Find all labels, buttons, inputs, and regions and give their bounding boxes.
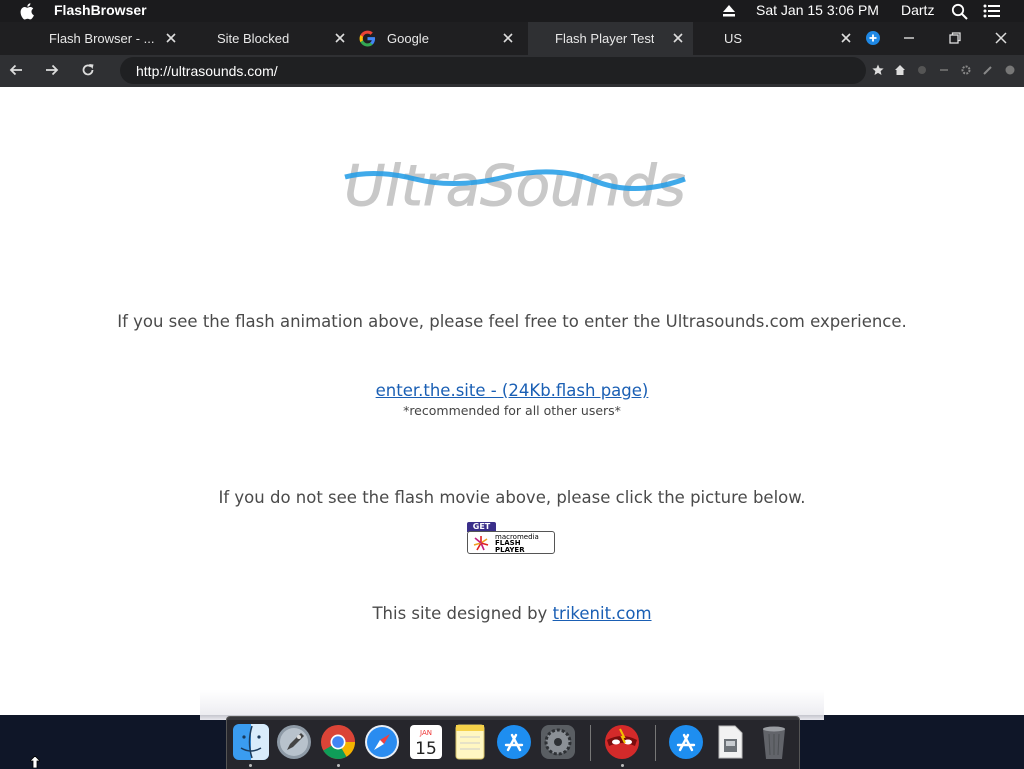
app-store-icon[interactable] — [495, 723, 533, 761]
macromedia-logo-icon — [473, 536, 489, 551]
finder-icon[interactable] — [232, 723, 270, 761]
get-flash-player-button[interactable]: GET macromedia FLASH PLAYER — [467, 522, 557, 555]
finder-disk-icon[interactable] — [711, 723, 749, 761]
menu-bar: FlashBrowser Sat Jan 15 3:06 PM Dartz — [0, 0, 1024, 22]
svg-text:JAN: JAN — [419, 729, 432, 737]
app-store-icon[interactable] — [667, 723, 705, 761]
tab-site-blocked[interactable]: Site Blocked — [200, 22, 360, 55]
bookmark-star-icon[interactable] — [872, 64, 884, 76]
google-favicon-icon — [359, 30, 376, 47]
navigation-bar: http://ultrasounds.com/ — [0, 55, 1024, 87]
launchpad-icon[interactable] — [275, 723, 313, 761]
recommended-note: *recommended for all other users* — [403, 403, 621, 418]
tab-label: Flash Player Test — [555, 31, 655, 46]
settings-gear-icon[interactable] — [960, 64, 972, 76]
no-flash-text: If you do not see the flash movie above,… — [218, 488, 806, 507]
home-icon[interactable] — [894, 64, 906, 76]
dock-separator — [590, 725, 591, 761]
safari-icon[interactable] — [363, 723, 401, 761]
edit-icon[interactable] — [982, 64, 994, 76]
tab-label: US — [724, 31, 743, 46]
extension-icon[interactable] — [916, 64, 928, 76]
chrome-icon[interactable] — [319, 723, 357, 761]
notification-center-icon[interactable] — [983, 4, 1001, 18]
forward-arrow-icon[interactable] — [44, 62, 60, 78]
notes-icon[interactable] — [451, 723, 489, 761]
close-tab-icon[interactable] — [333, 31, 347, 45]
enter-site-link[interactable]: enter.the.site - (24Kb.flash page) — [376, 381, 649, 400]
close-tab-icon[interactable] — [839, 31, 853, 45]
restore-window-icon[interactable] — [948, 31, 962, 45]
credit-prefix: This site designed by — [372, 604, 548, 623]
address-bar[interactable]: http://ultrasounds.com/ — [120, 57, 866, 84]
close-tab-icon[interactable] — [501, 31, 515, 45]
system-preferences-icon[interactable] — [539, 723, 577, 761]
tab-google[interactable]: Google — [355, 22, 525, 55]
running-indicator — [249, 764, 252, 767]
app-name-menu[interactable]: FlashBrowser — [54, 2, 147, 18]
ultrasounds-logo: UltraSounds — [344, 154, 686, 220]
tab-us[interactable]: US — [700, 22, 860, 55]
reload-icon[interactable] — [80, 62, 96, 78]
credit-line: This site designed by trikenit.com — [0, 604, 1024, 623]
running-indicator — [621, 764, 624, 767]
flash-label: FLASH PLAYER — [495, 539, 525, 554]
trikenit-link[interactable]: trikenit.com — [553, 604, 652, 623]
svg-text:15: 15 — [415, 739, 437, 759]
extension-icon[interactable] — [1004, 64, 1016, 76]
mouse-cursor-icon — [30, 756, 40, 768]
close-tab-icon[interactable] — [671, 31, 685, 45]
eject-icon[interactable] — [722, 4, 736, 18]
address-bar-url[interactable]: http://ultrasounds.com/ — [136, 63, 278, 79]
back-arrow-icon[interactable] — [8, 62, 24, 78]
running-indicator — [337, 764, 340, 767]
intro-text: If you see the flash animation above, pl… — [117, 312, 907, 331]
dock: JAN 15 — [226, 716, 800, 769]
tab-flash-browser[interactable]: Flash Browser - ... — [30, 22, 190, 55]
apple-menu-icon[interactable] — [20, 2, 36, 20]
dock-separator — [655, 725, 656, 761]
web-page: UltraSounds If you see the flash animati… — [0, 87, 1024, 715]
extension-icon[interactable] — [938, 64, 950, 76]
close-tab-icon[interactable] — [164, 31, 178, 45]
new-tab-icon[interactable] — [866, 31, 880, 45]
tab-label: Site Blocked — [217, 31, 290, 46]
flash-player-badge: macromedia FLASH PLAYER — [467, 531, 555, 554]
tab-strip: Flash Browser - ... Site Blocked Google … — [0, 22, 1024, 55]
calendar-icon[interactable]: JAN 15 — [407, 723, 445, 761]
spotlight-search-icon[interactable] — [951, 3, 968, 20]
menubar-user[interactable]: Dartz — [901, 2, 934, 18]
tab-flash-player-test[interactable]: Flash Player Test — [528, 22, 693, 55]
close-window-icon[interactable] — [994, 31, 1008, 45]
minimize-window-icon[interactable] — [902, 31, 916, 45]
tab-label: Google — [387, 31, 429, 46]
tab-label: Flash Browser - ... — [49, 31, 155, 46]
trash-icon[interactable] — [755, 723, 793, 761]
flashbrowser-icon[interactable] — [603, 723, 641, 761]
menubar-clock[interactable]: Sat Jan 15 3:06 PM — [756, 2, 879, 18]
enter-site-row: enter.the.site - (24Kb.flash page) — [0, 381, 1024, 400]
